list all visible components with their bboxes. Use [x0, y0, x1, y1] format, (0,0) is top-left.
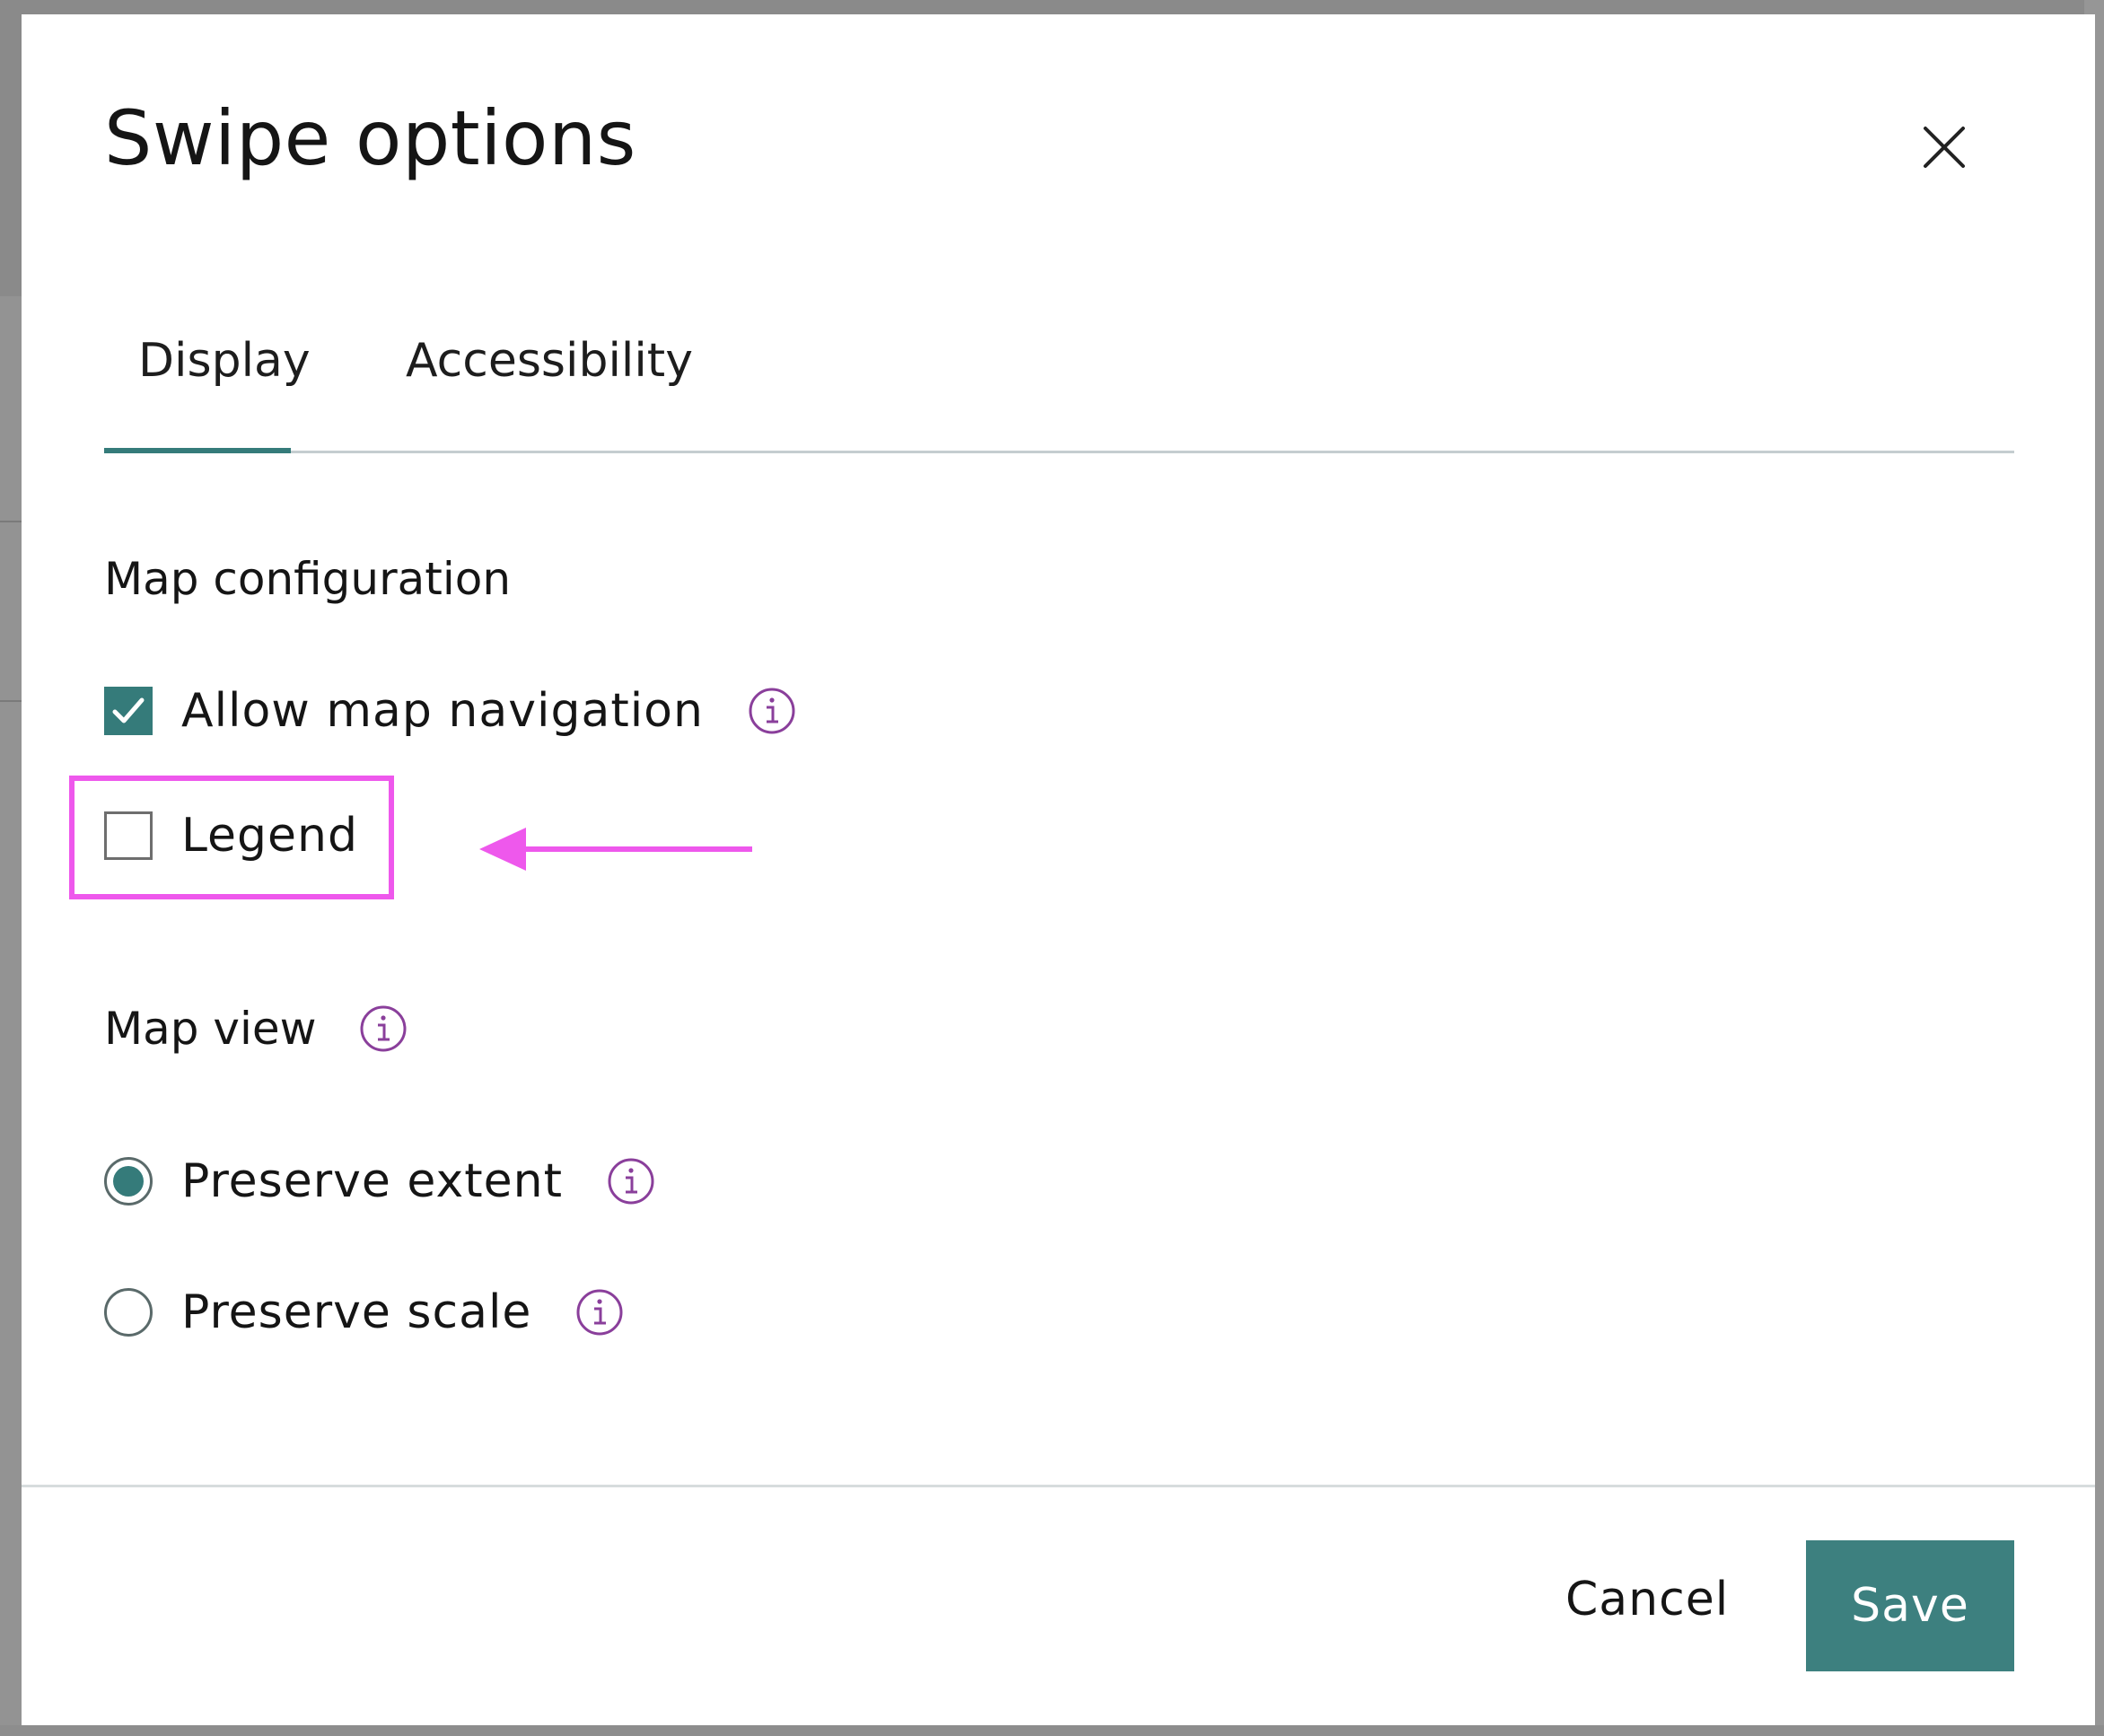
annotation-highlight-box [69, 776, 394, 899]
close-button[interactable] [1908, 111, 1980, 183]
background-left-strip [0, 296, 22, 1736]
footer-divider [22, 1485, 2095, 1487]
background-bottom-strip [0, 1725, 2104, 1736]
map-view-heading: Map view [104, 1003, 317, 1055]
save-button[interactable]: Save [1806, 1540, 2014, 1671]
info-icon[interactable] [574, 1287, 625, 1337]
tab-display[interactable]: Display [138, 338, 311, 384]
active-tab-indicator [104, 448, 291, 453]
preserve-extent-option: Preserve extent [104, 1156, 656, 1206]
preserve-scale-option: Preserve scale [104, 1287, 625, 1337]
preserve-extent-label: Preserve extent [181, 1154, 564, 1208]
map-view-heading-row: Map view [104, 1004, 408, 1054]
allow-map-navigation-label: Allow map navigation [181, 684, 704, 738]
preserve-scale-radio[interactable] [104, 1288, 153, 1337]
dialog-title: Swipe options [104, 94, 636, 182]
info-icon[interactable] [747, 686, 797, 736]
tab-bar: Display Accessibility [104, 320, 2014, 453]
close-icon [1924, 127, 1965, 168]
background-divider [0, 521, 22, 522]
allow-map-navigation-option: Allow map navigation [104, 686, 797, 736]
map-configuration-heading: Map configuration [104, 553, 512, 605]
checkmark-icon [112, 697, 145, 723]
swipe-options-dialog: Swipe options Display Accessibility Map … [22, 14, 2095, 1725]
allow-map-navigation-checkbox[interactable] [104, 687, 153, 735]
annotation-arrow [479, 828, 752, 871]
preserve-extent-radio[interactable] [104, 1157, 153, 1206]
info-icon[interactable] [358, 1004, 408, 1054]
background-divider [0, 700, 22, 702]
cancel-button[interactable]: Cancel [1565, 1576, 1729, 1623]
info-icon[interactable] [606, 1156, 656, 1206]
radio-selected-dot [113, 1166, 144, 1197]
preserve-scale-label: Preserve scale [181, 1285, 532, 1339]
tab-accessibility[interactable]: Accessibility [406, 338, 693, 384]
